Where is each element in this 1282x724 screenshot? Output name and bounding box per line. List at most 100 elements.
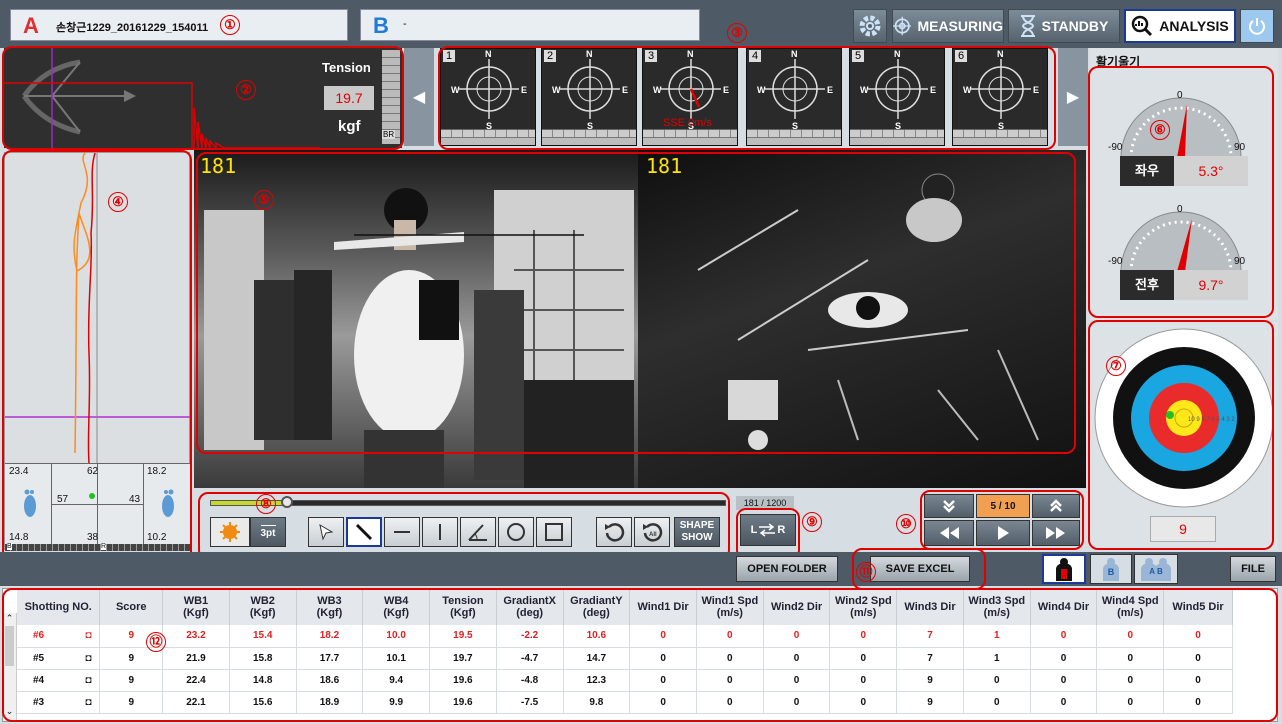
line-tool-button[interactable]	[346, 517, 382, 547]
column-header[interactable]: Wind1 Spd (m/s)	[696, 589, 764, 625]
balance-b-tag: B	[7, 543, 12, 550]
table-cell: 9.8	[563, 691, 631, 714]
measure-tool-button[interactable]	[210, 517, 250, 547]
column-header[interactable]: Wind2 Dir	[763, 589, 831, 625]
column-header[interactable]: WB4 (Kgf)	[362, 589, 431, 625]
pointer-tool-button[interactable]	[308, 517, 344, 547]
session-b-badge: B	[373, 13, 389, 38]
column-header[interactable]: Shotting NO.	[17, 589, 101, 625]
camera-icon[interactable]: ◘	[85, 675, 91, 686]
session-b-name: -	[403, 18, 407, 30]
camera-icon[interactable]: ◘	[85, 630, 91, 641]
column-header[interactable]: WB1 (Kgf)	[162, 589, 230, 625]
scroll-down-icon[interactable]: ⌄	[3, 706, 16, 717]
column-header[interactable]: Wind4 Spd (m/s)	[1096, 589, 1165, 625]
wind-compass-3[interactable]: 3 N S W E SSE 0m/s	[642, 48, 738, 146]
gear-icon	[859, 15, 881, 37]
settings-button[interactable]	[853, 9, 887, 43]
vertical-line-button[interactable]	[422, 517, 458, 547]
open-folder-button[interactable]: OPEN FOLDER	[736, 556, 838, 582]
balance-r-tag: R	[101, 543, 107, 550]
double-chevron-up-icon	[1050, 499, 1062, 512]
svg-text:N: N	[485, 49, 492, 59]
file-button[interactable]: FILE	[1230, 556, 1276, 582]
play-button[interactable]	[976, 520, 1030, 546]
column-header[interactable]: GradiantY (deg)	[563, 589, 631, 625]
view-b-label: B	[1107, 567, 1115, 577]
table-row[interactable]: #4 ◘ 9 22.4 14.8 18.6 9.4 19.6 -4.8 12.3 0 0 0 0 9 0 0 0 0	[17, 669, 1233, 692]
video-right[interactable]: 181	[638, 150, 1086, 488]
tilt-value: 9.7°	[1174, 270, 1248, 300]
angle-tool-button[interactable]	[460, 517, 496, 547]
point-size-button[interactable]: 3pt	[250, 517, 286, 547]
table-cell: 19.6	[429, 691, 497, 714]
column-header[interactable]: Wind3 Spd (m/s)	[963, 589, 1031, 625]
rectangle-tool-button[interactable]	[536, 517, 572, 547]
table-row[interactable]: #5 ◘ 9 21.9 15.8 17.7 10.1 19.7 -4.7 14.7 0 0 0 0 7 1 0 0…	[17, 647, 1233, 670]
table-scrollbar[interactable]: ⌃ ⌄	[3, 613, 17, 721]
scroll-up-icon[interactable]: ⌃	[3, 613, 16, 624]
view-ab-button[interactable]: A B	[1134, 554, 1178, 584]
table-cell: 0	[1163, 669, 1233, 692]
wind-compass-6[interactable]: 6 N S W E	[952, 48, 1048, 146]
compass-number: 2	[544, 50, 557, 62]
table-cell: 15.6	[229, 691, 297, 714]
swap-arrows-icon	[759, 523, 776, 537]
play-icon	[998, 526, 1009, 540]
column-header[interactable]: Wind3 Dir	[896, 589, 964, 625]
session-b-field[interactable]: B -	[360, 9, 700, 41]
vertical-line-icon	[439, 524, 441, 540]
column-header[interactable]: Wind1 Dir	[629, 589, 697, 625]
column-header[interactable]: Tension (Kgf)	[429, 589, 497, 625]
column-header[interactable]: GradiantX (deg)	[496, 589, 564, 625]
analysis-button[interactable]: ANALYSIS	[1124, 9, 1236, 43]
session-a-field[interactable]: A 손창근1229_20161229_154011	[10, 9, 348, 41]
table-cell: 0	[1030, 691, 1098, 714]
table-cell: 0	[829, 625, 898, 648]
column-header[interactable]: Wind2 Spd (m/s)	[829, 589, 898, 625]
view-b-button[interactable]: B	[1090, 554, 1132, 584]
rewind-button[interactable]	[924, 520, 974, 546]
scroll-thumb[interactable]	[5, 626, 14, 666]
column-header[interactable]: Score	[99, 589, 164, 625]
wind-prev-button[interactable]: ◀	[404, 48, 434, 146]
table-cell: 15.8	[229, 647, 297, 670]
column-header[interactable]: Wind4 Dir	[1030, 589, 1098, 625]
svg-text:E: E	[723, 85, 729, 95]
camera-icon[interactable]: ◘	[85, 697, 91, 708]
save-excel-button[interactable]: SAVE EXCEL	[870, 556, 970, 582]
next-shot-button[interactable]	[1032, 494, 1080, 518]
wind-next-button[interactable]: ▶	[1058, 48, 1088, 146]
compass-bar	[643, 129, 737, 145]
column-header[interactable]: Wind5 Dir	[1163, 589, 1233, 625]
fast-forward-button[interactable]	[1032, 520, 1080, 546]
horizontal-line-button[interactable]	[384, 517, 420, 547]
table-cell: 12.3	[563, 669, 631, 692]
circle-tool-button[interactable]	[498, 517, 534, 547]
table-row[interactable]: #3 ◘ 9 22.1 15.6 18.9 9.9 19.6 -7.5 9.8 0 0 0 0 9 0 0 0 0	[17, 691, 1233, 714]
column-header[interactable]: WB2 (Kgf)	[229, 589, 297, 625]
table-row[interactable]: #6 ◘ 9 23.2 15.4 18.2 10.0 19.5 -2.2 10.6 0 0 0 0 7 1 0 0…	[17, 625, 1233, 648]
power-button[interactable]	[1240, 9, 1274, 43]
lr-swap-button[interactable]: L R	[740, 514, 796, 546]
undo-all-button[interactable]: All	[634, 517, 670, 547]
undo-button[interactable]	[596, 517, 632, 547]
lr-swap-r: R	[777, 524, 786, 536]
annotation-5: ⑤	[254, 190, 274, 210]
column-header[interactable]: WB3 (Kgf)	[296, 589, 364, 625]
table-cell: #5 ◘	[17, 647, 101, 670]
wind-compass-5[interactable]: 5 N S W E	[849, 48, 945, 146]
wind-compass-1[interactable]: 1 N S W E	[440, 48, 536, 146]
view-a-button[interactable]	[1042, 554, 1086, 584]
svg-text:E: E	[930, 85, 936, 95]
measuring-button[interactable]: MEASURING	[892, 9, 1004, 43]
shape-show-button[interactable]: SHAPE SHOW	[674, 517, 720, 547]
tilt-value: 5.3°	[1174, 156, 1248, 186]
table-cell: #6 ◘	[17, 625, 101, 648]
compass-dial-icon: N S W E	[451, 49, 527, 131]
wind-compass-4[interactable]: 4 N S W E	[746, 48, 842, 146]
standby-button[interactable]: STANDBY	[1008, 9, 1120, 43]
camera-icon[interactable]: ◘	[85, 653, 91, 664]
wind-compass-2[interactable]: 2 N S W E	[541, 48, 637, 146]
prev-shot-button[interactable]	[924, 494, 974, 518]
